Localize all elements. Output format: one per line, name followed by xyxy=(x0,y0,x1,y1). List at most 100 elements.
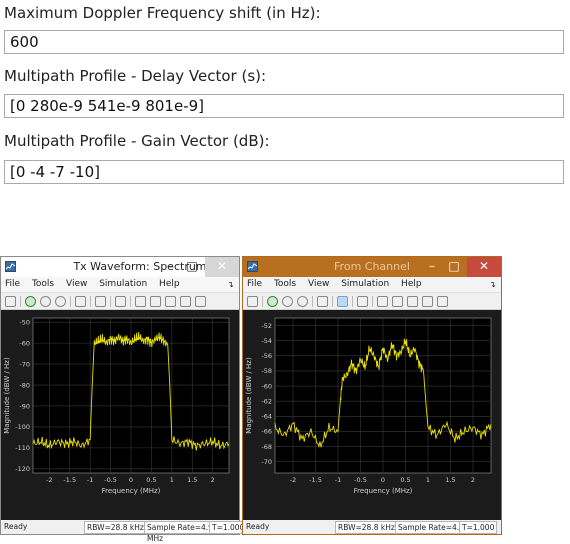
toolbar xyxy=(243,292,501,310)
x-tick-label: -1 xyxy=(87,476,93,484)
spectrum-chart-tx: -2 -1.5 -1 -0.5 0 0.5 1 1.5 2 -50 -60 -70 -80 -90 -100… xyxy=(3,317,230,495)
cursor-icon[interactable] xyxy=(377,295,388,307)
status-rbw: RBW=28.8 kHz xyxy=(84,521,147,534)
plot-area: -2 -1.5 -1 -0.5 0 0.5 1 1.5 2 -52 -54 -56 -58 -60 -62 -… xyxy=(243,310,501,520)
stop-icon[interactable] xyxy=(55,295,66,307)
stop-icon[interactable] xyxy=(297,295,308,307)
zoom-icon[interactable] xyxy=(95,295,106,307)
ccdf-icon[interactable] xyxy=(437,295,448,307)
maximize-icon[interactable]: □ xyxy=(181,257,203,277)
step-icon[interactable] xyxy=(282,295,293,307)
x-tick-label: 1.5 xyxy=(445,476,455,484)
x-tick-label: 0.5 xyxy=(146,476,156,484)
run-icon[interactable] xyxy=(25,295,36,307)
autoscale-icon[interactable] xyxy=(115,295,126,307)
spectrum-chart-channel: -2 -1.5 -1 -0.5 0 0.5 1 1.5 2 -52 -54 -56 -58 -60 -62 -… xyxy=(245,317,492,495)
x-axis-label: Frequency (MHz) xyxy=(102,487,161,495)
y-tick-label: -60 xyxy=(19,339,30,347)
doppler-field[interactable]: 600 xyxy=(4,30,564,54)
highlight-icon[interactable] xyxy=(75,295,86,307)
menu-help[interactable]: Help xyxy=(159,279,180,289)
menu-help[interactable]: Help xyxy=(401,279,422,289)
cursor-icon[interactable] xyxy=(135,295,146,307)
pin-arrow-icon[interactable]: ↴ xyxy=(489,277,496,292)
y-tick-label: -90 xyxy=(19,402,30,410)
minimize-icon[interactable]: – xyxy=(159,257,181,277)
y-tick-label: -70 xyxy=(19,360,30,368)
x-axis-label: Frequency (MHz) xyxy=(354,487,413,495)
x-tick-label: -2 xyxy=(46,476,52,484)
step-icon[interactable] xyxy=(40,295,51,307)
peak-finder-icon[interactable] xyxy=(150,295,161,307)
x-tick-label: -1.5 xyxy=(63,476,76,484)
close-icon[interactable]: ✕ xyxy=(467,257,501,277)
x-tick-label: 2 xyxy=(471,476,475,484)
channel-measurements-icon[interactable] xyxy=(165,295,176,307)
autoscale-icon[interactable] xyxy=(357,295,368,307)
x-tick-label: 0 xyxy=(381,476,385,484)
delay-vector-field[interactable]: [0 280e-9 541e-9 801e-9] xyxy=(4,94,564,118)
menu-view[interactable]: View xyxy=(308,279,329,289)
x-tick-label: 1.5 xyxy=(187,476,197,484)
y-tick-label: -62 xyxy=(261,397,272,405)
distortion-icon[interactable] xyxy=(422,295,433,307)
scope-app-icon xyxy=(5,261,16,272)
menu-simulation[interactable]: Simulation xyxy=(99,279,147,289)
y-tick-label: -52 xyxy=(261,322,272,330)
x-tick-label: -2 xyxy=(290,476,296,484)
status-bar: Ready RBW=28.8 kHz Sample Rate=4.92 MHz … xyxy=(1,520,248,543)
settings-icon[interactable] xyxy=(247,295,258,307)
settings-icon[interactable] xyxy=(5,295,16,307)
close-icon[interactable]: ✕ xyxy=(205,257,239,277)
y-tick-label: -70 xyxy=(261,458,272,466)
zoom-icon[interactable] xyxy=(337,295,348,307)
y-tick-label: -66 xyxy=(261,428,272,436)
y-tick-label: -80 xyxy=(19,381,30,389)
highlight-icon[interactable] xyxy=(317,295,328,307)
gain-vector-field[interactable]: [0 -4 -7 -10] xyxy=(4,160,564,184)
y-tick-label: -100 xyxy=(15,423,30,431)
y-tick-label: -120 xyxy=(15,465,30,473)
menu-bar: File Tools View Simulation Help ↴ xyxy=(243,277,501,292)
y-tick-label: -110 xyxy=(15,444,30,452)
y-axis-label: Magnitude (dBW / Hz) xyxy=(245,357,253,434)
status-ready: Ready xyxy=(4,522,28,531)
menu-view[interactable]: View xyxy=(66,279,87,289)
menu-simulation[interactable]: Simulation xyxy=(341,279,389,289)
toolbar xyxy=(1,292,239,310)
x-tick-label: -0.5 xyxy=(104,476,117,484)
status-ready: Ready xyxy=(246,522,270,531)
y-tick-label: -60 xyxy=(261,382,272,390)
maximize-icon[interactable]: □ xyxy=(443,257,465,277)
menu-tools[interactable]: Tools xyxy=(274,279,296,289)
title-bar[interactable]: From Channel – □ ✕ xyxy=(243,257,501,277)
run-icon[interactable] xyxy=(267,295,278,307)
gain-vector-label: Multipath Profile - Gain Vector (dB): xyxy=(4,132,270,150)
plot-area: -2 -1.5 -1 -0.5 0 0.5 1 1.5 2 -50 -60 -70 -80 -90 -100… xyxy=(1,310,239,520)
peak-finder-icon[interactable] xyxy=(392,295,403,307)
x-tick-label: 1 xyxy=(426,476,430,484)
x-tick-label: 0.5 xyxy=(400,476,410,484)
menu-bar: File Tools View Simulation Help ↴ xyxy=(1,277,239,292)
pin-arrow-icon[interactable]: ↴ xyxy=(227,277,234,292)
doppler-label: Maximum Doppler Frequency shift (in Hz): xyxy=(4,4,321,22)
menu-file[interactable]: File xyxy=(5,279,20,289)
title-bar[interactable]: Tx Waveform: Spectrum – □ ✕ xyxy=(1,257,239,277)
x-tick-label: -1.5 xyxy=(309,476,322,484)
x-tick-label: -0.5 xyxy=(354,476,367,484)
menu-tools[interactable]: Tools xyxy=(32,279,54,289)
x-tick-label: 2 xyxy=(211,476,215,484)
y-tick-label: -56 xyxy=(261,352,272,360)
channel-measurements-icon[interactable] xyxy=(407,295,418,307)
menu-file[interactable]: File xyxy=(247,279,262,289)
x-tick-label: 0 xyxy=(129,476,133,484)
distortion-icon[interactable] xyxy=(180,295,191,307)
minimize-icon[interactable]: – xyxy=(421,257,443,277)
y-tick-label: -64 xyxy=(261,413,272,421)
spectrum-window-channel: From Channel – □ ✕ File Tools View Simul… xyxy=(242,256,502,535)
y-tick-label: -50 xyxy=(19,318,30,326)
status-rbw: RBW=28.8 kHz xyxy=(335,521,398,534)
y-tick-label: -68 xyxy=(261,443,272,451)
status-time: T=1.000 xyxy=(459,521,498,534)
ccdf-icon[interactable] xyxy=(195,295,206,307)
